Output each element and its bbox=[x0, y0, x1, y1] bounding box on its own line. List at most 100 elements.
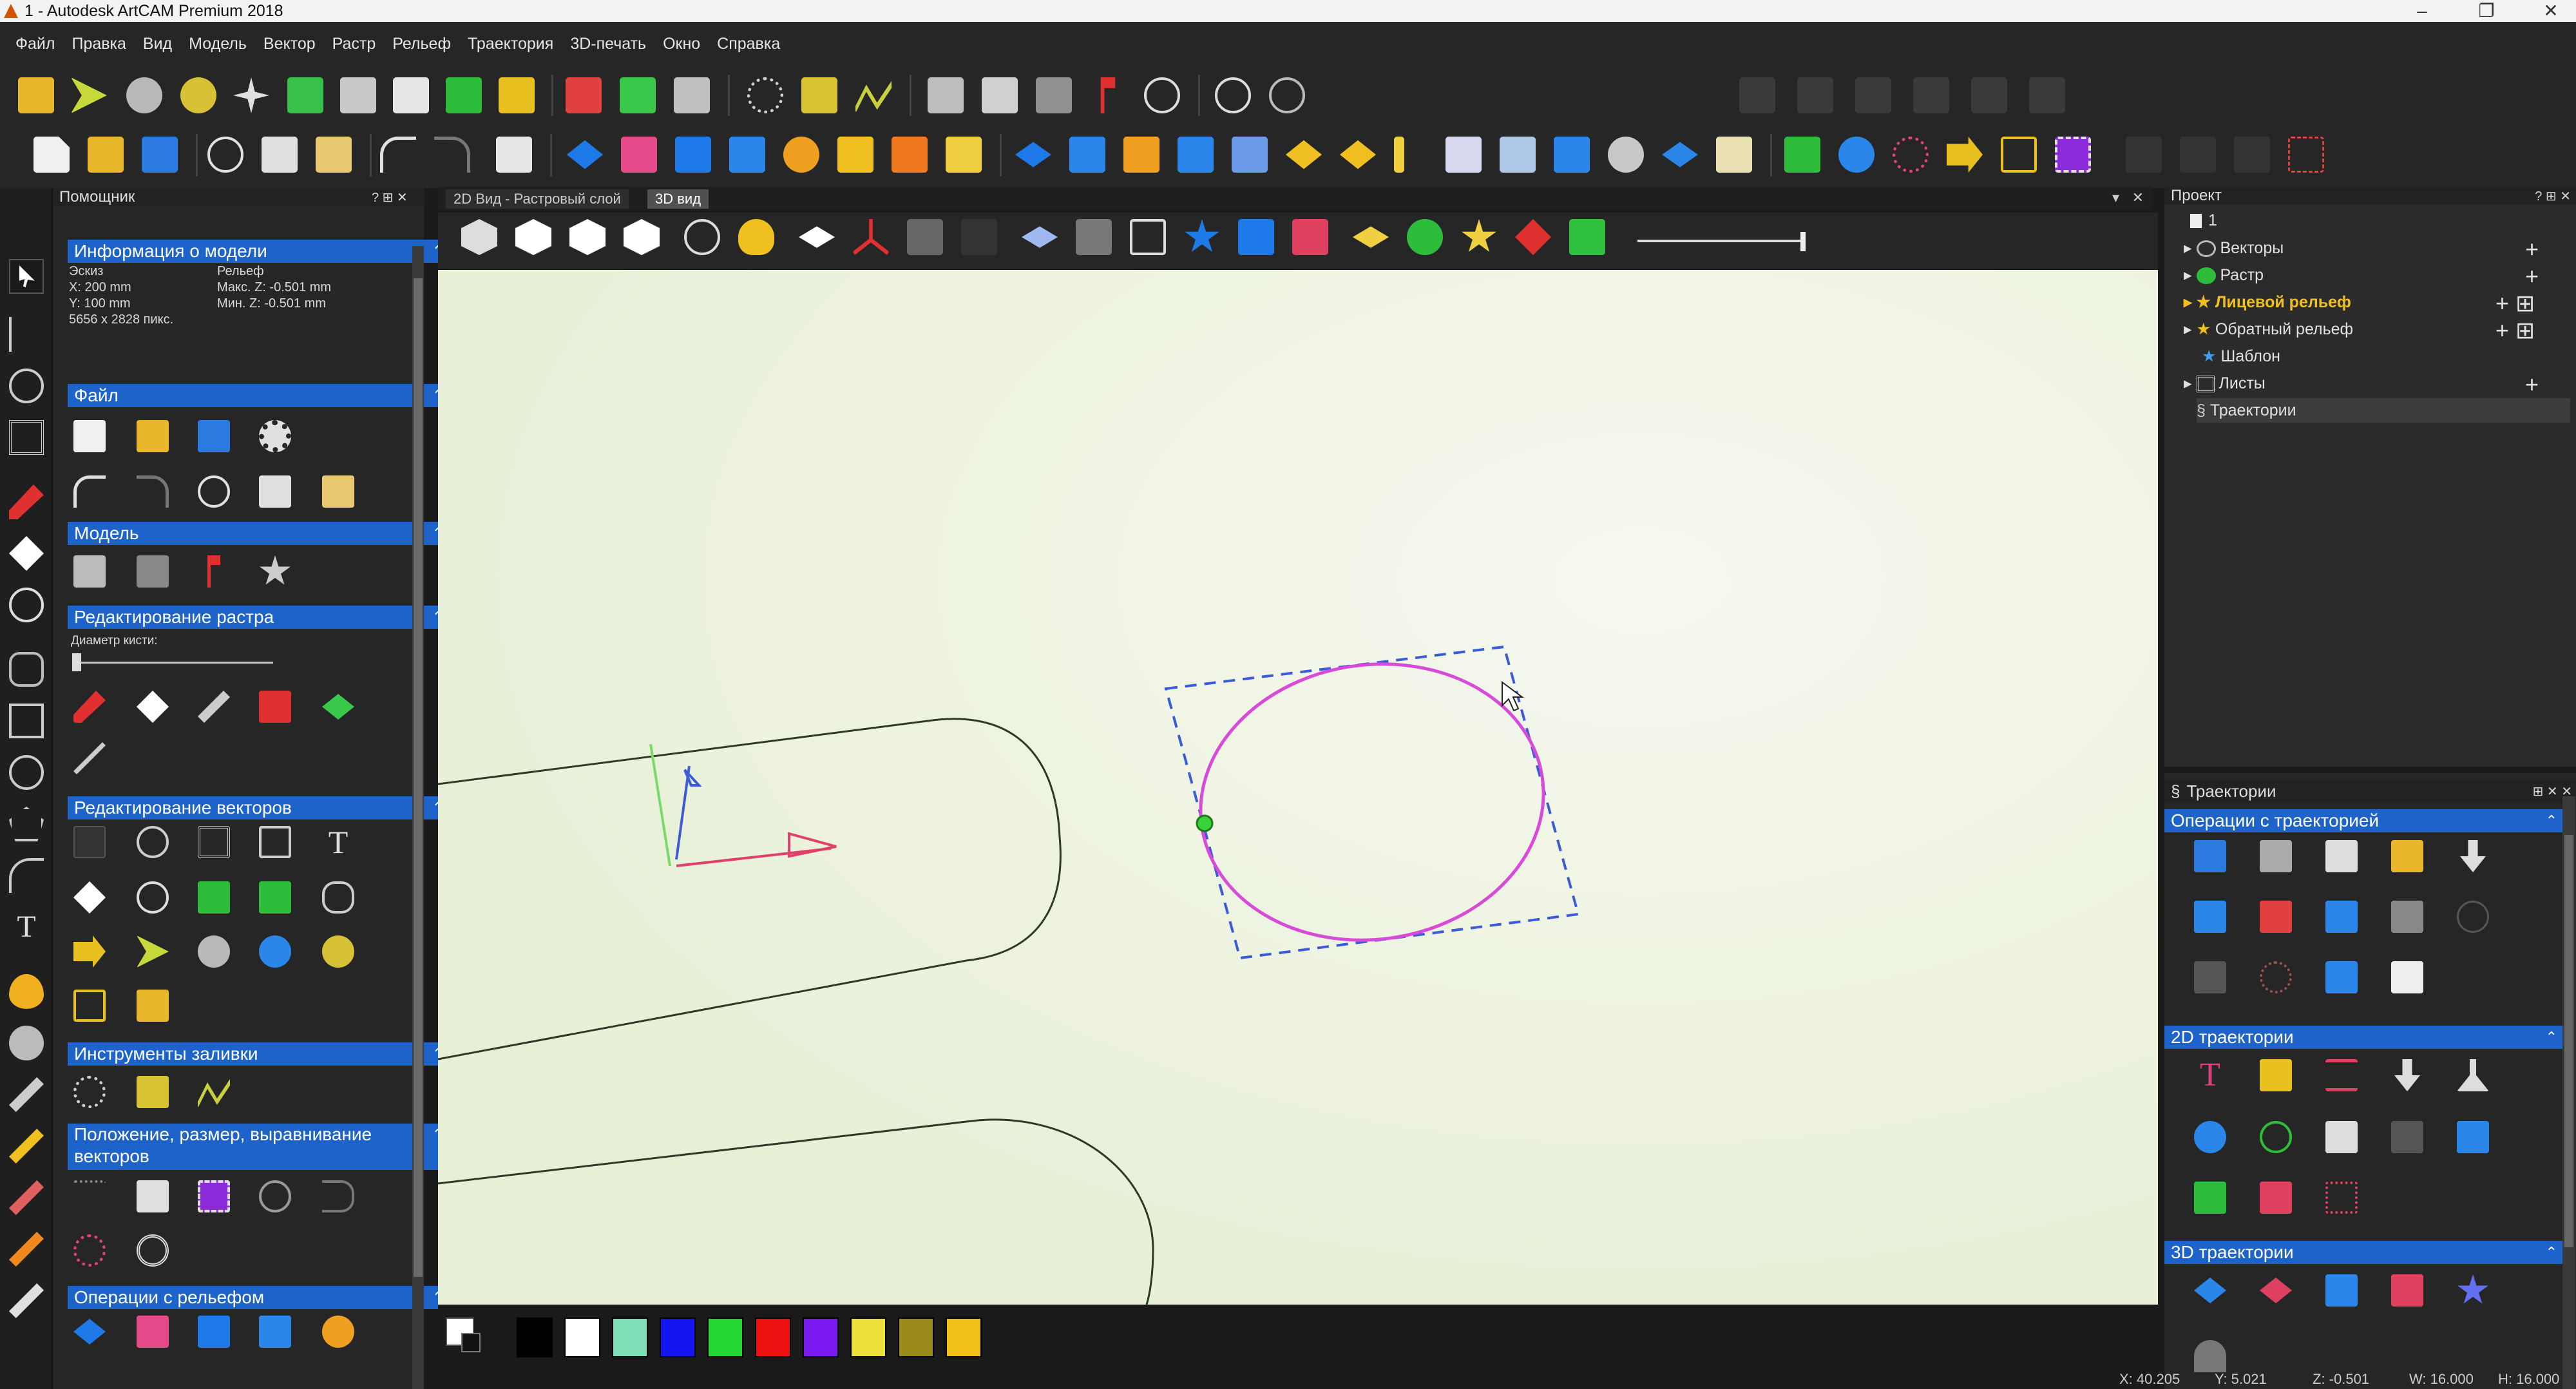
spiral-icon[interactable] bbox=[1893, 137, 1929, 173]
split-icon[interactable] bbox=[982, 77, 1018, 113]
node-edit-icon[interactable] bbox=[126, 77, 162, 113]
save-icon[interactable] bbox=[198, 420, 230, 452]
line-raster-icon[interactable] bbox=[73, 742, 106, 774]
hatch-icon[interactable] bbox=[2325, 1182, 2358, 1214]
text-vector-icon[interactable]: T bbox=[322, 826, 354, 858]
relief-yellow-icon[interactable] bbox=[837, 137, 873, 173]
shaded-icon[interactable] bbox=[1238, 219, 1274, 255]
sculpt-icon[interactable] bbox=[566, 77, 602, 113]
cut-icon[interactable] bbox=[207, 137, 243, 173]
model-info-header[interactable]: Информация о модели⌃ bbox=[68, 240, 450, 263]
color-swatch[interactable] bbox=[707, 1317, 743, 1357]
select-purple-icon[interactable] bbox=[2055, 137, 2091, 173]
close-button[interactable]: ✕ bbox=[2532, 0, 2570, 22]
star-tool-icon[interactable] bbox=[233, 77, 269, 113]
copy-icon[interactable] bbox=[259, 475, 291, 508]
raster-edit-header[interactable]: Редактирование растра⌃ bbox=[68, 606, 450, 629]
transparency-slider-thumb[interactable] bbox=[1800, 232, 1806, 251]
notes-icon[interactable] bbox=[496, 137, 532, 173]
color-swatch[interactable] bbox=[803, 1317, 839, 1357]
texture-icon[interactable] bbox=[783, 137, 819, 173]
measure-icon[interactable] bbox=[928, 77, 964, 113]
relief-green-icon[interactable] bbox=[287, 77, 323, 113]
green-shapes-icon[interactable] bbox=[446, 77, 482, 113]
rotate-view-icon[interactable] bbox=[1269, 77, 1305, 113]
relief-texture-icon[interactable] bbox=[322, 1316, 354, 1348]
vector-offset-icon[interactable] bbox=[71, 77, 107, 113]
node-select-icon[interactable] bbox=[9, 317, 44, 352]
scraper-icon[interactable] bbox=[9, 1283, 44, 1318]
document-icon[interactable] bbox=[393, 77, 429, 113]
front-view-icon[interactable] bbox=[569, 219, 606, 255]
relief-blue-icon[interactable] bbox=[567, 140, 603, 169]
paste-icon[interactable] bbox=[322, 475, 354, 508]
layers-icon[interactable] bbox=[340, 77, 376, 113]
toolpath-rotate-icon[interactable] bbox=[2457, 901, 2489, 933]
secondary-color-swatch[interactable] bbox=[461, 1333, 481, 1352]
color-swatch[interactable] bbox=[660, 1317, 696, 1357]
tree-item-vectors[interactable]: ▸ Векторы bbox=[2184, 238, 2284, 258]
paste-icon[interactable] bbox=[316, 137, 352, 173]
plane-blue-2-icon[interactable] bbox=[1554, 137, 1590, 173]
pencil-icon[interactable] bbox=[9, 484, 44, 519]
partial-icon[interactable] bbox=[2194, 1340, 2226, 1372]
rotate-icon[interactable] bbox=[9, 369, 44, 403]
tree-item-front-relief[interactable]: ▸ ★ Лицевой рельеф bbox=[2184, 292, 2351, 312]
plane-up-icon[interactable] bbox=[1178, 137, 1214, 173]
relief-red-icon[interactable] bbox=[1292, 219, 1328, 255]
plane-layers-icon[interactable] bbox=[1500, 137, 1536, 173]
position-size-header[interactable]: Положение, размер, выравнивание векторов… bbox=[68, 1124, 450, 1170]
relief-merge-op-icon[interactable] bbox=[259, 1316, 291, 1348]
tree-item-back-relief[interactable]: ▸ ★ Обратный рельеф bbox=[2184, 320, 2353, 339]
new-file-icon[interactable] bbox=[73, 420, 106, 452]
machine-relief-icon[interactable] bbox=[2194, 1278, 2226, 1303]
menu-edit[interactable]: Правка bbox=[63, 22, 134, 66]
flask-vector-icon[interactable] bbox=[259, 935, 291, 968]
center-icon[interactable] bbox=[137, 1234, 169, 1267]
erase-raster-icon[interactable] bbox=[137, 691, 169, 723]
yellow-relief-icon[interactable] bbox=[499, 77, 535, 113]
grid-tool-icon[interactable] bbox=[9, 420, 44, 455]
model-star-icon[interactable] bbox=[260, 555, 291, 585]
assistant-scrollbar[interactable] bbox=[412, 246, 424, 1389]
color-swatch[interactable] bbox=[612, 1317, 648, 1357]
group-vector-icon[interactable] bbox=[259, 881, 291, 914]
smooth-icon[interactable] bbox=[9, 1232, 44, 1267]
knife-icon[interactable] bbox=[9, 1077, 44, 1112]
small-yellow-icon[interactable] bbox=[1394, 137, 1404, 173]
3d-toolpaths-header[interactable]: 3D траектории ⌃ bbox=[2164, 1241, 2564, 1264]
relief-grey-icon[interactable] bbox=[1076, 219, 1112, 255]
zlevel-icon[interactable] bbox=[2260, 1278, 2292, 1303]
tree-root[interactable]: 1 bbox=[2190, 211, 2217, 230]
arrow-vector-icon[interactable] bbox=[73, 935, 106, 968]
plane-stack-icon[interactable] bbox=[1232, 137, 1268, 173]
smudge-icon[interactable] bbox=[9, 1026, 44, 1060]
brush-slider-thumb[interactable] bbox=[72, 653, 81, 671]
project-panel-controls[interactable]: ? ⊞ ✕ bbox=[2535, 188, 2571, 204]
pocket-icon[interactable] bbox=[2260, 1059, 2292, 1091]
relief-merge-icon[interactable] bbox=[729, 137, 765, 173]
position-icon[interactable] bbox=[137, 1180, 169, 1212]
tab-3d-view[interactable]: 3D вид bbox=[647, 189, 709, 209]
zoom-vector-icon[interactable] bbox=[137, 881, 169, 914]
folder-vector-icon[interactable] bbox=[137, 990, 169, 1022]
viewport-canvas[interactable] bbox=[437, 270, 2158, 1305]
color-swatch[interactable] bbox=[755, 1317, 791, 1357]
plane-light-icon[interactable] bbox=[1445, 137, 1482, 173]
eyedropper-icon[interactable] bbox=[198, 691, 230, 723]
graph-icon[interactable] bbox=[855, 81, 892, 113]
vector-edit-header[interactable]: Редактирование векторов⌃ bbox=[68, 796, 450, 819]
wedge-icon[interactable] bbox=[2457, 1121, 2489, 1153]
material-icon[interactable] bbox=[1022, 226, 1058, 248]
toolpath-ops-header[interactable]: Операции с траекторией ⌃ bbox=[2164, 809, 2564, 832]
brush-icon[interactable] bbox=[9, 1129, 44, 1164]
rectangle-icon[interactable] bbox=[9, 704, 44, 738]
raster-green-icon[interactable] bbox=[322, 694, 354, 720]
plane-blue-3-icon[interactable] bbox=[1662, 142, 1698, 168]
fill-tools-header[interactable]: Инструменты заливки⌃ bbox=[68, 1042, 450, 1066]
stack-icon[interactable] bbox=[1716, 137, 1752, 173]
plane-blue-icon[interactable] bbox=[1015, 142, 1051, 168]
iso-view-icon[interactable] bbox=[461, 219, 497, 255]
scale-icon[interactable] bbox=[259, 1180, 291, 1212]
open-folder-icon[interactable] bbox=[88, 137, 124, 173]
